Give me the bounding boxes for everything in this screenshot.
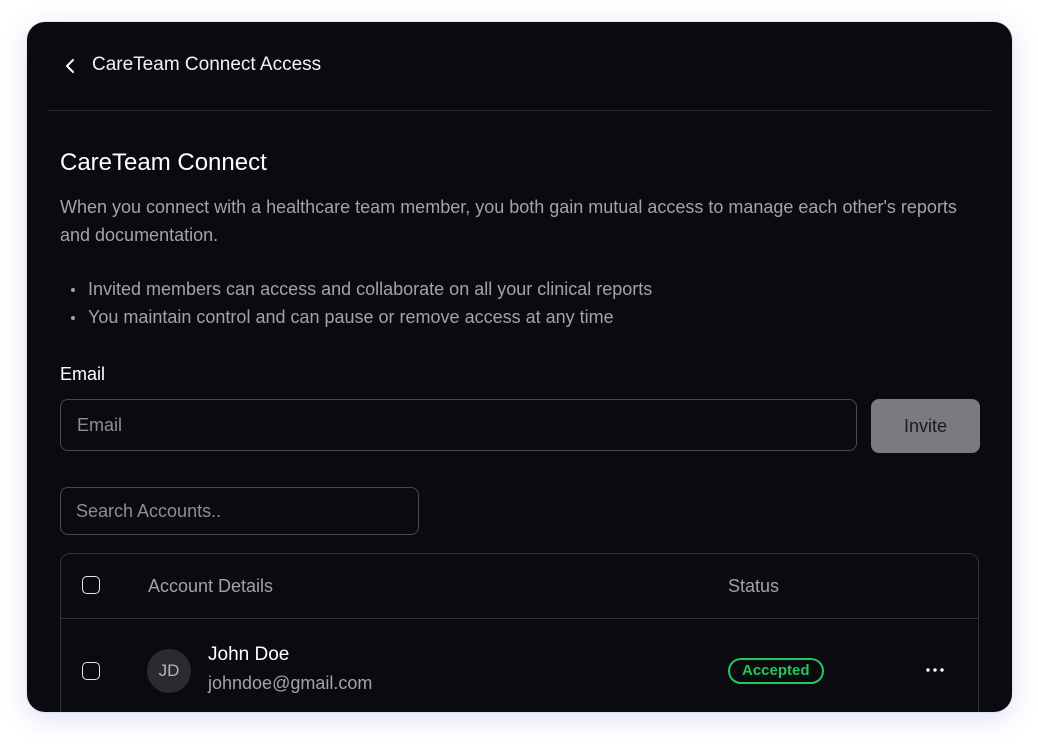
invite-button[interactable]: Invite bbox=[871, 399, 980, 453]
avatar-initials: JD bbox=[158, 661, 180, 680]
feature-item: You maintain control and can pause or re… bbox=[67, 303, 652, 331]
more-horizontal-icon bbox=[926, 668, 944, 672]
feature-item: Invited members can access and collabora… bbox=[67, 275, 652, 303]
back-button[interactable] bbox=[61, 55, 79, 77]
section-description: When you connect with a healthcare team … bbox=[60, 197, 957, 245]
accounts-table: Account Details Status JD John Doe johnd… bbox=[60, 553, 979, 712]
status-badge: Accepted bbox=[728, 658, 824, 684]
row-actions-button[interactable] bbox=[923, 659, 947, 681]
account-email: johndoe@gmail.com bbox=[208, 673, 373, 693]
feature-list: Invited members can access and collabora… bbox=[67, 275, 652, 331]
search-accounts-input[interactable] bbox=[60, 487, 419, 535]
email-input[interactable] bbox=[60, 399, 857, 451]
email-label: Email bbox=[60, 364, 106, 384]
table-header: Account Details Status bbox=[61, 554, 978, 619]
account-name: John Doe bbox=[208, 644, 290, 665]
page: CareTeam Connect Access CareTeam Connect… bbox=[0, 0, 1038, 744]
row-select-checkbox[interactable] bbox=[82, 662, 100, 680]
panel-header: CareTeam Connect Access bbox=[48, 22, 991, 111]
account-details-header: Account Details bbox=[148, 576, 274, 596]
header-title: CareTeam Connect Access bbox=[92, 54, 322, 75]
section-title: CareTeam Connect bbox=[60, 149, 267, 176]
avatar: JD bbox=[147, 649, 191, 693]
status-header: Status bbox=[728, 576, 780, 596]
careteam-panel: CareTeam Connect Access CareTeam Connect… bbox=[27, 22, 1012, 712]
table-row: JD John Doe johndoe@gmail.com Accepted bbox=[61, 619, 978, 712]
select-all-checkbox[interactable] bbox=[82, 576, 100, 594]
chevron-left-icon bbox=[66, 59, 74, 73]
